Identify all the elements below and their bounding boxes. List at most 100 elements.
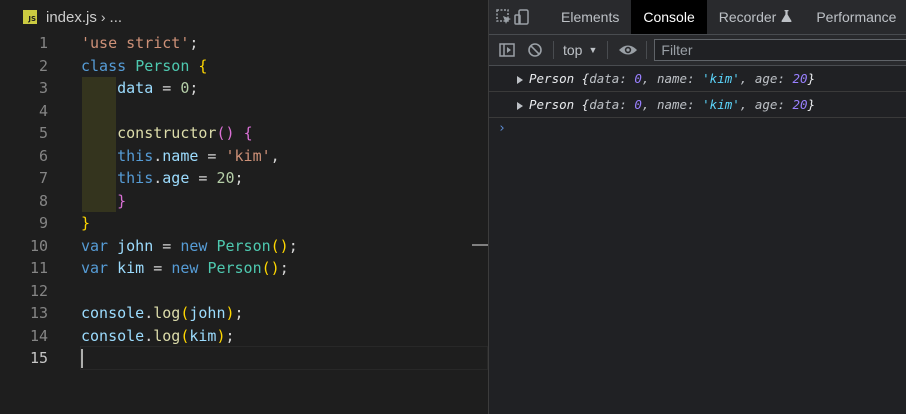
inspect-element-icon[interactable] <box>495 0 513 34</box>
code-token: = <box>189 169 217 187</box>
chevron-right-icon: › <box>100 9 106 25</box>
code-token: = <box>144 259 172 277</box>
console-prompt-icon[interactable]: › <box>498 121 506 136</box>
code-text: 'use strict'; <box>81 32 198 55</box>
tab-console[interactable]: Console <box>631 0 707 34</box>
code-token: , <box>270 146 280 165</box>
expand-triangle-icon[interactable] <box>517 75 523 84</box>
breadcrumb-file[interactable]: index.js <box>46 9 97 26</box>
code-line[interactable]: 15 <box>0 346 488 370</box>
code-token: { <box>198 56 208 75</box>
device-toolbar-icon[interactable] <box>513 0 531 34</box>
code-line[interactable]: 3 data = 0; <box>0 77 488 100</box>
object-colon: : <box>619 97 635 112</box>
text-cursor <box>81 349 83 368</box>
code-line[interactable]: 12 <box>0 280 488 303</box>
line-number: 7 <box>38 169 48 187</box>
object-key: data <box>589 71 620 86</box>
object-brace: { <box>574 97 590 112</box>
code-token: class <box>81 56 136 75</box>
code-line[interactable]: 7 this.age = 20; <box>0 167 488 190</box>
object-value: 0 <box>634 71 642 86</box>
code-text: console.log(john); <box>81 302 244 325</box>
code-text: var kim = new Person(); <box>81 257 289 280</box>
code-token: constructor <box>117 124 217 142</box>
object-colon: : <box>619 71 635 86</box>
expand-triangle-icon[interactable] <box>517 101 523 110</box>
console-filter-input[interactable]: Filter <box>654 39 906 61</box>
code-token: kim <box>189 326 217 345</box>
flask-icon <box>781 9 792 25</box>
code-line[interactable]: 10 var john = new Person(); <box>0 235 488 258</box>
object-key: age <box>754 71 778 86</box>
code-line[interactable]: 6 this.name = 'kim', <box>0 145 488 168</box>
code-token: () <box>261 259 280 277</box>
code-token: ; <box>279 259 289 277</box>
code-token: log <box>153 326 181 345</box>
object-comma: , <box>641 97 657 112</box>
object-comma: , <box>739 97 755 112</box>
code-token: this <box>117 169 154 187</box>
code-token: ; <box>189 34 199 52</box>
tab-elements[interactable]: Elements <box>549 0 631 34</box>
code-line[interactable]: 4 <box>0 100 488 123</box>
code-line[interactable]: 11 var kim = new Person(); <box>0 257 488 280</box>
object-brace: } <box>807 97 816 112</box>
code-line[interactable]: 14 console.log(kim); <box>0 325 488 348</box>
console-log-entry[interactable]: Person {data: 0, name: 'kim', age: 20} <box>489 66 906 92</box>
code-token: ; <box>234 304 244 322</box>
code-line[interactable]: 13 console.log(john); <box>0 302 488 325</box>
object-value: 'kim' <box>702 71 740 86</box>
line-number: 9 <box>38 214 48 232</box>
tab-label: Console <box>643 9 695 25</box>
tab-label: Elements <box>561 9 620 25</box>
code-token: 'use strict' <box>81 34 190 52</box>
eye-icon[interactable] <box>614 43 642 57</box>
code-token: john <box>117 236 154 255</box>
code-line[interactable]: 8 } <box>0 190 488 213</box>
code-token: . <box>144 326 154 345</box>
context-selector[interactable]: top ▼ <box>563 42 597 58</box>
object-brace: } <box>807 71 816 86</box>
object-key: name <box>656 97 688 112</box>
code-text: data = 0; <box>81 77 198 100</box>
code-editor[interactable]: JS index.js › ... 1 'use strict'; 2 class P… <box>0 0 488 414</box>
code-token: () <box>270 236 289 255</box>
object-value: 0 <box>634 97 642 112</box>
show-sidebar-icon[interactable] <box>493 43 521 57</box>
code-text: } <box>81 212 90 235</box>
code-token: new <box>180 236 217 255</box>
tab-recorder[interactable]: Recorder <box>707 0 805 34</box>
line-number: 11 <box>29 259 48 277</box>
code-line[interactable]: 1 'use strict'; <box>0 32 488 55</box>
code-token: 'kim' <box>225 146 271 165</box>
breadcrumb: JS index.js › ... <box>0 0 488 34</box>
object-value: 20 <box>792 71 808 86</box>
breadcrumb-more[interactable]: ... <box>110 9 123 26</box>
devtools-panel: Elements Console Recorder Performance top ▼… <box>489 0 906 414</box>
code-area[interactable]: 1'use strict'; 2 class Person {3 data = 0;… <box>0 32 488 370</box>
tab-label: Performance <box>816 9 897 25</box>
code-line[interactable]: 5 constructor() { <box>0 122 488 145</box>
code-text: } <box>81 190 126 213</box>
current-line-highlight <box>80 346 488 370</box>
code-token: . <box>153 169 163 187</box>
code-token: Person <box>216 236 271 255</box>
code-text: console.log(kim); <box>81 325 235 348</box>
code-line[interactable]: 9} <box>0 212 488 235</box>
tab-performance[interactable]: Performance <box>804 0 906 34</box>
code-token: ) <box>216 326 226 345</box>
console-log-entry[interactable]: Person {data: 0, name: 'kim', age: 20} <box>489 92 906 118</box>
code-text: this.age = 20; <box>81 167 243 190</box>
code-token: ; <box>189 79 199 97</box>
code-line[interactable]: 2 class Person { <box>0 55 488 78</box>
code-token: Person <box>207 259 262 277</box>
object-colon: : <box>687 97 703 112</box>
console-messages: Person {data: 0, name: 'kim', age: 20} Pe… <box>489 66 906 118</box>
code-token: = <box>198 146 226 165</box>
clear-console-icon[interactable] <box>521 42 549 58</box>
code-token: { <box>243 124 253 142</box>
